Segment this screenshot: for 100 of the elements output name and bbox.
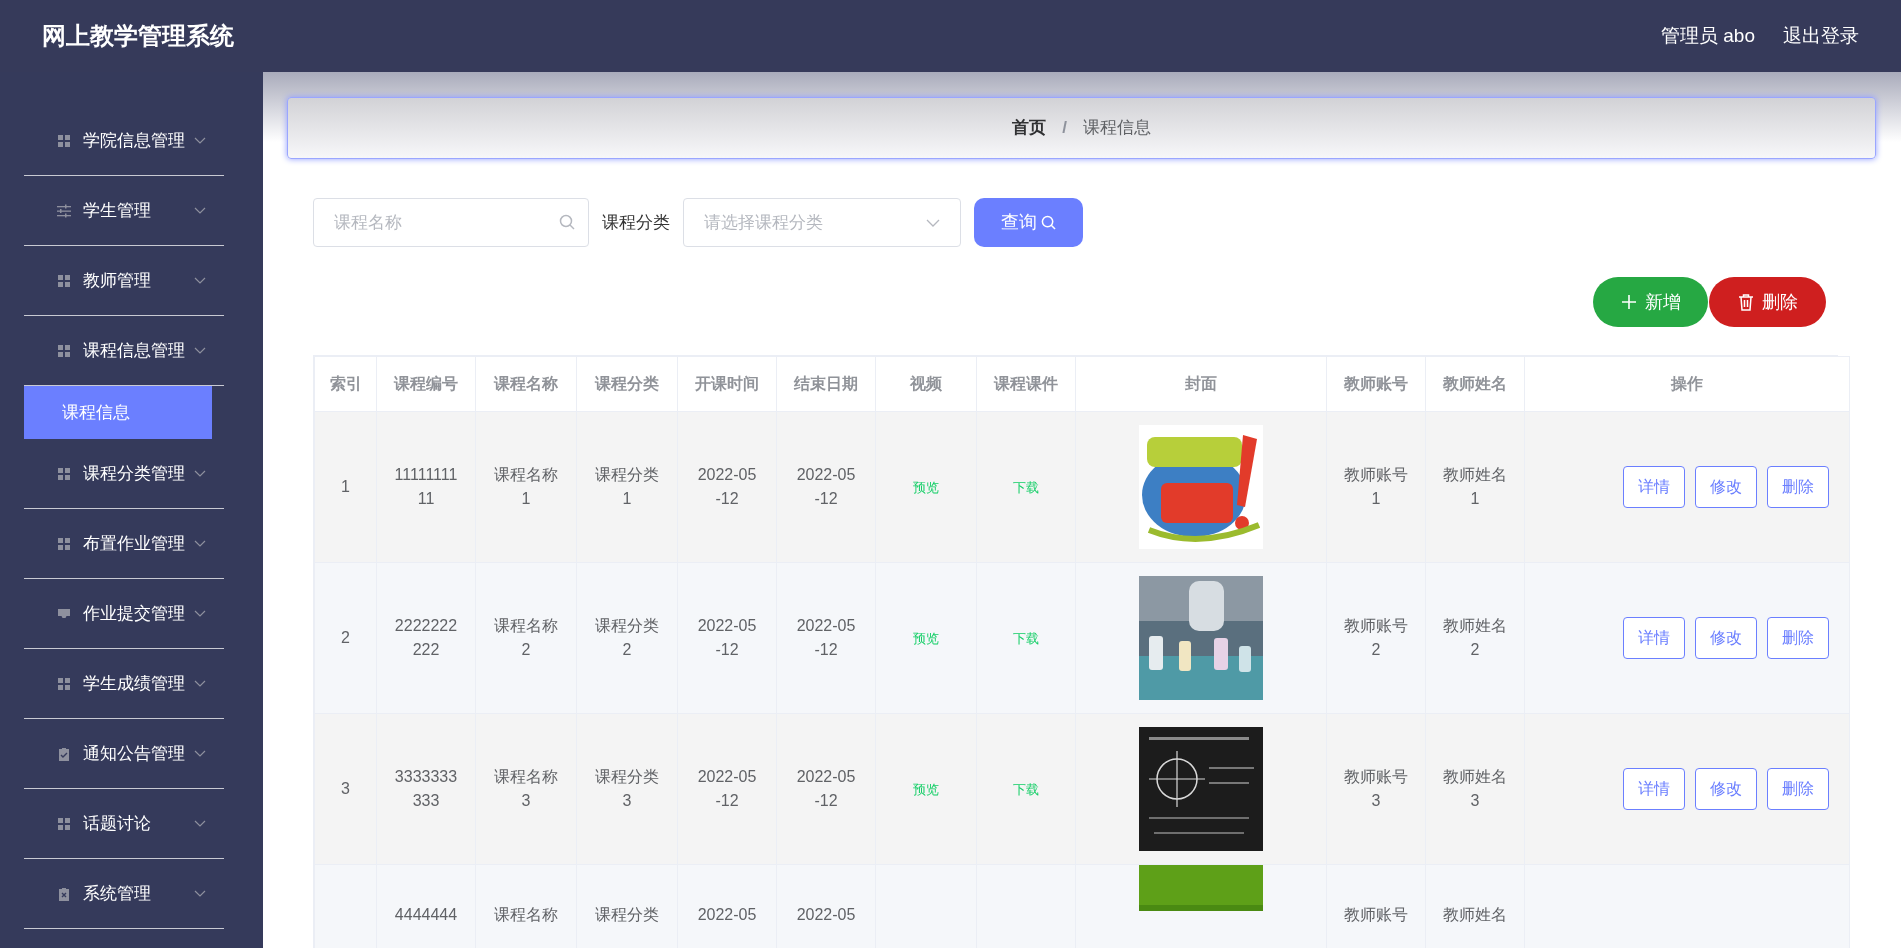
sidebar-item[interactable]: 话题讨论 <box>24 789 224 859</box>
table-cell-text: 1 <box>340 477 351 497</box>
grid-icon <box>57 343 71 358</box>
delete-button[interactable]: 删除 <box>1709 277 1826 327</box>
chevron-down-icon <box>194 890 206 897</box>
column-header: 课程名称 <box>494 375 558 392</box>
chevron-down-icon <box>194 137 206 144</box>
table-cell-text: 教师姓名1 <box>1442 465 1508 509</box>
column-header: 开课时间 <box>695 375 759 392</box>
row-action-button[interactable]: 删除 <box>1767 768 1829 810</box>
table-cell-text: 教师账号3 <box>1343 767 1409 811</box>
grid-icon <box>57 536 71 551</box>
table-cell-text: 课程分类3 <box>595 767 659 811</box>
column-header: 教师账号 <box>1344 375 1408 392</box>
table-cell-text: 教师账号1 <box>1343 465 1409 509</box>
table-cell-text: 课程名称1 <box>494 465 558 509</box>
table-cell-text: 课程分类2 <box>595 616 659 660</box>
column-header: 索引 <box>329 375 362 392</box>
row-action-button[interactable]: 详情 <box>1623 768 1685 810</box>
search-icon <box>559 214 575 230</box>
grid-icon <box>57 816 71 831</box>
table-cell-text: 2022-05-12 <box>795 465 857 509</box>
chevron-down-icon <box>194 820 206 827</box>
row-action-button[interactable]: 删除 <box>1767 617 1829 659</box>
add-button[interactable]: 新增 <box>1593 277 1708 327</box>
sidebar-item[interactable]: 学生成绩管理 <box>24 649 224 719</box>
download-link[interactable]: 下载 <box>1013 480 1039 495</box>
table-cell-text: 2022-05 <box>795 905 857 925</box>
table-cell-text: 课程分类 <box>595 905 659 925</box>
sidebar-item[interactable]: 作业提交管理 <box>24 579 224 649</box>
app-title: 网上教学管理系统 <box>42 21 234 51</box>
category-label: 课程分类 <box>602 211 670 234</box>
chevron-down-icon <box>926 218 940 227</box>
sidebar-item[interactable]: 系统管理 <box>24 859 224 929</box>
row-action-button[interactable]: 详情 <box>1623 617 1685 659</box>
select-placeholder: 请选择课程分类 <box>704 211 823 234</box>
table-cell-text: 课程名称2 <box>494 616 558 660</box>
sidebar-item[interactable]: 学生管理 <box>24 176 224 246</box>
table-cell-text: 2 <box>340 628 351 648</box>
row-action-button[interactable]: 删除 <box>1767 466 1829 508</box>
table-cell-text: 教师姓名2 <box>1442 616 1508 660</box>
table-cell-text: 2022-05-12 <box>696 767 758 811</box>
sidebar-item[interactable]: 教师管理 <box>24 246 224 316</box>
preview-link[interactable]: 预览 <box>913 631 939 646</box>
chevron-down-icon <box>194 277 206 284</box>
search-icon <box>1041 215 1056 230</box>
sidebar-item[interactable]: 通知公告管理 <box>24 719 224 789</box>
column-header: 课程分类 <box>595 375 659 392</box>
table-cell-text: 2222222222 <box>393 616 459 660</box>
download-link[interactable]: 下载 <box>1013 631 1039 646</box>
logout-link[interactable]: 退出登录 <box>1783 21 1859 51</box>
table-cell-text: 2022-05 <box>696 905 758 925</box>
clipboard-check-icon <box>57 746 71 761</box>
row-action-button[interactable]: 详情 <box>1623 466 1685 508</box>
row-action-button[interactable]: 修改 <box>1695 466 1757 508</box>
table-cell-text: 课程名称 <box>494 905 558 925</box>
breadcrumb-link[interactable]: 首页 <box>1012 115 1047 141</box>
submenu-item[interactable]: 课程信息 <box>24 386 212 439</box>
user-name: 管理员 abo <box>1661 23 1755 48</box>
table-cell-text: 3 <box>340 779 351 799</box>
chevron-down-icon <box>194 540 206 547</box>
table-cell-text: 2022-05-12 <box>795 767 857 811</box>
chevron-down-icon <box>194 347 206 354</box>
table-cell-text: 教师姓名 <box>1442 905 1508 925</box>
preview-link[interactable]: 预览 <box>913 480 939 495</box>
query-button[interactable]: 查询 <box>974 198 1083 247</box>
column-header: 操作 <box>1671 375 1703 392</box>
chevron-down-icon <box>194 470 206 477</box>
column-header: 视频 <box>910 375 942 392</box>
column-header: 课程课件 <box>994 375 1058 392</box>
table-cell-text: 2022-05-12 <box>795 616 857 660</box>
chevron-down-icon <box>194 207 206 214</box>
grid-icon <box>57 273 71 288</box>
chevron-down-icon <box>194 680 206 687</box>
tray-icon <box>57 606 71 621</box>
row-action-button[interactable]: 修改 <box>1695 617 1757 659</box>
table-cell-text: 课程分类1 <box>595 465 659 509</box>
table-cell-text: 教师账号 <box>1343 905 1409 925</box>
column-header: 课程编号 <box>394 375 458 392</box>
sidebar-item[interactable]: 课程分类管理 <box>24 439 224 509</box>
table-cell-text: 2022-05-12 <box>696 465 758 509</box>
sidebar-item[interactable]: 布置作业管理 <box>24 509 224 579</box>
table-cell-text: 2022-05-12 <box>696 616 758 660</box>
grid-icon <box>57 466 71 481</box>
column-header: 封面 <box>1185 375 1217 392</box>
plus-icon <box>1620 294 1637 310</box>
row-action-button[interactable]: 修改 <box>1695 768 1757 810</box>
course-name-field[interactable]: 课程名称 <box>313 198 589 247</box>
table-cell-text: 4444444 <box>393 905 459 925</box>
trash-icon <box>1737 293 1754 311</box>
sidebar-item[interactable]: 学院信息管理 <box>24 106 224 176</box>
grid-icon <box>57 133 71 148</box>
column-header: 教师姓名 <box>1443 375 1507 392</box>
table-cell-text: 教师姓名3 <box>1442 767 1508 811</box>
sliders-icon <box>57 203 71 218</box>
preview-link[interactable]: 预览 <box>913 782 939 797</box>
category-select[interactable]: 请选择课程分类 <box>683 198 961 247</box>
download-link[interactable]: 下载 <box>1013 782 1039 797</box>
chevron-down-icon <box>194 610 206 617</box>
table-cell-text: 课程名称3 <box>494 767 558 811</box>
